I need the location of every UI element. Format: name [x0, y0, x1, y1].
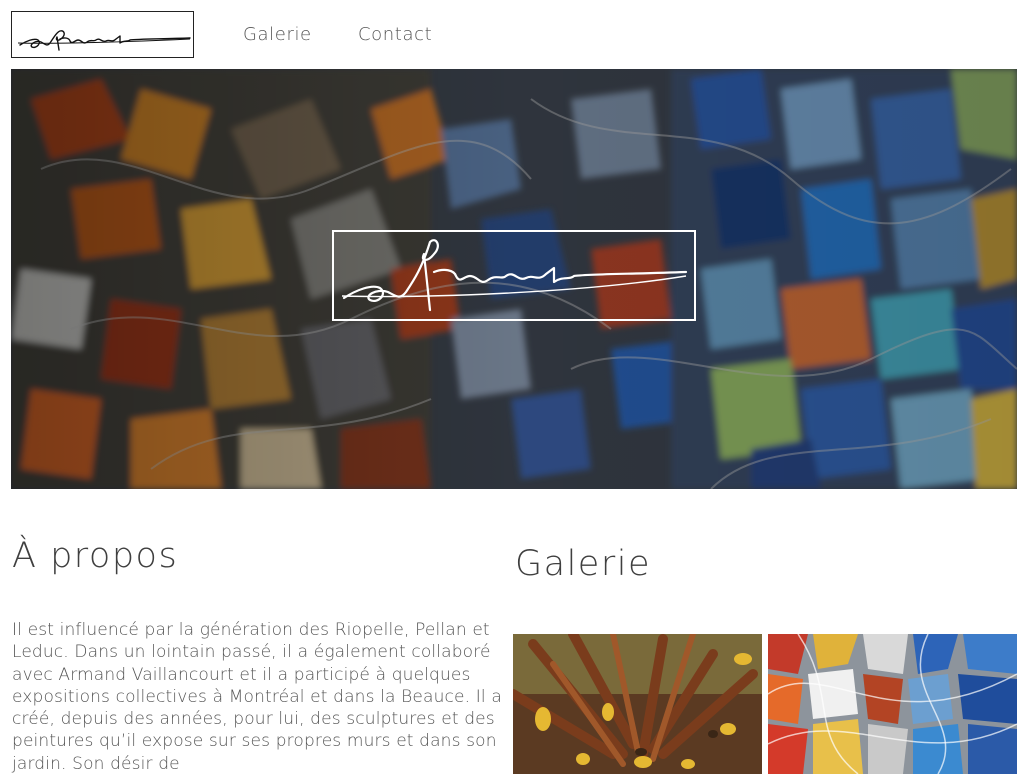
gallery-thumbnail-sculpture[interactable]	[513, 634, 762, 774]
signature-logo-icon	[17, 30, 191, 51]
hero-signature-logo	[332, 230, 696, 321]
nav-link-galerie[interactable]: Galerie	[243, 24, 312, 46]
painting-image	[768, 634, 1017, 774]
site-header: Galerie Contact	[0, 0, 1024, 68]
hero-banner	[11, 69, 1017, 489]
logo-link[interactable]	[11, 11, 194, 58]
about-paragraph: Il est influencé par la génération des R…	[12, 620, 502, 774]
sculpture-image	[513, 634, 762, 774]
signature-logo-icon	[341, 239, 688, 312]
gallery-heading: Galerie	[515, 544, 651, 584]
gallery-thumbnail-painting[interactable]	[768, 634, 1017, 774]
nav-link-contact[interactable]: Contact	[358, 24, 432, 46]
about-heading: À propos	[12, 536, 179, 576]
